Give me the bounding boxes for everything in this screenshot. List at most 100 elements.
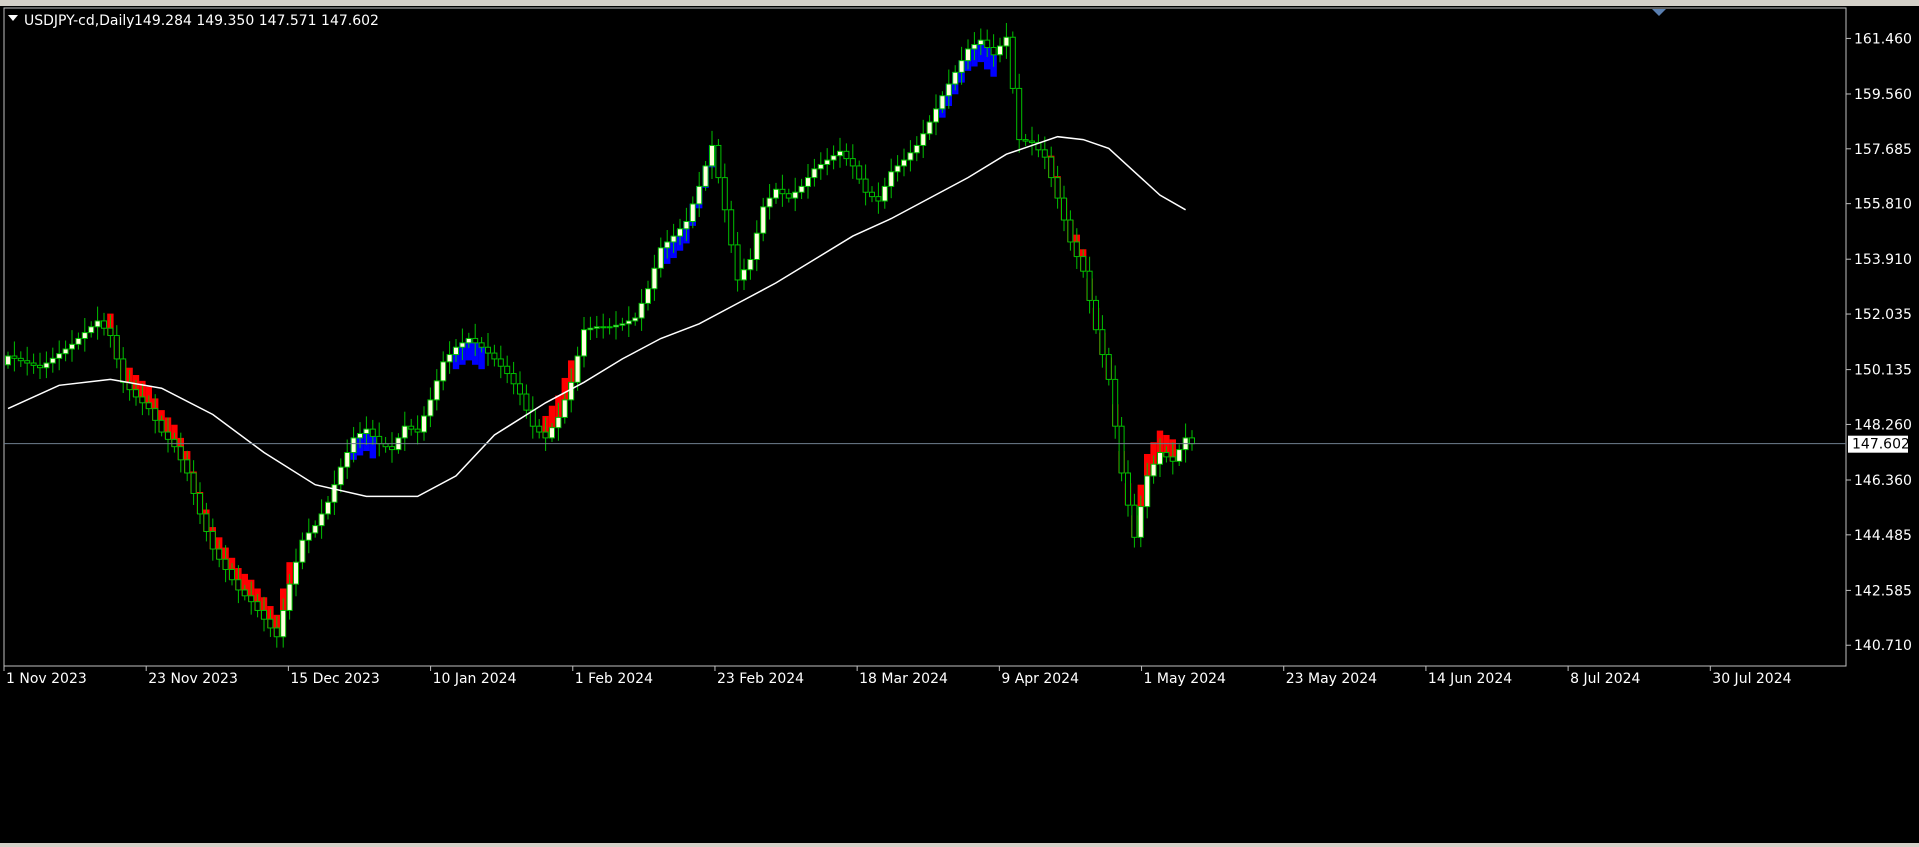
bull-candle xyxy=(401,425,408,439)
date-tick-label: 23 Feb 2024 xyxy=(717,671,804,687)
bull-candle xyxy=(312,525,319,534)
bear-candle xyxy=(152,408,159,421)
bull-candle xyxy=(913,144,920,154)
bull-candle xyxy=(325,501,331,515)
bear-candle xyxy=(491,352,498,360)
bull-candle xyxy=(88,326,95,334)
bull-candle xyxy=(619,323,626,326)
bear-candle xyxy=(1099,329,1106,356)
bear-candle xyxy=(165,431,171,440)
bull-candle xyxy=(766,197,773,208)
bull-candle xyxy=(43,362,50,369)
bear-candle xyxy=(721,177,728,211)
bull-candle xyxy=(824,159,831,165)
bear-candle xyxy=(1073,241,1080,258)
bull-candle xyxy=(830,155,837,161)
bear-candle xyxy=(197,492,203,515)
bear-candle xyxy=(849,158,856,167)
date-tick-label: 9 Apr 2024 xyxy=(1001,671,1079,687)
date-axis[interactable]: 1 Nov 2023 23 Nov 2023 15 Dec 2023 10 Jan 2… xyxy=(3,666,1792,687)
bear-candle xyxy=(1163,452,1170,458)
bull-candle xyxy=(677,228,683,237)
bear-candle xyxy=(875,196,882,202)
bear-candle xyxy=(1093,299,1099,331)
bull-candle xyxy=(549,427,555,439)
bear-candle xyxy=(536,425,543,433)
chart-ohlc-values: 149.284 149.350 147.571 147.602 xyxy=(134,13,379,29)
bear-candle xyxy=(1086,270,1093,301)
bull-candle xyxy=(465,337,472,344)
price-tick-label: 159.560 xyxy=(1854,87,1912,103)
bull-candle xyxy=(683,220,690,230)
bear-candle xyxy=(1022,139,1029,142)
bear-candle xyxy=(11,355,18,359)
price-axis[interactable]: 161.460 159.560 157.685 155.810 153.910 152.0… xyxy=(1846,31,1912,654)
bear-candle xyxy=(856,165,863,180)
bear-candle xyxy=(1061,197,1067,221)
bear-candle xyxy=(1080,256,1087,272)
bull-candle xyxy=(1144,475,1151,508)
chart-window[interactable]: 147.602 161.460 159.560 157.685 155.810 153.… xyxy=(0,6,1919,843)
bull-candle xyxy=(331,484,338,503)
bull-candle xyxy=(645,288,651,304)
bear-candle xyxy=(728,209,735,246)
plot-area-frame xyxy=(3,7,1847,667)
bull-candle xyxy=(600,326,607,329)
bear-candle xyxy=(869,191,875,198)
bull-candle xyxy=(837,150,843,157)
bear-candle xyxy=(523,393,530,411)
bull-candle xyxy=(920,133,927,146)
bear-candle xyxy=(1125,472,1131,506)
bull-candle xyxy=(901,159,907,167)
bear-candle xyxy=(843,150,850,160)
date-tick-label: 1 May 2024 xyxy=(1144,671,1226,687)
bear-candle xyxy=(107,327,114,337)
bull-candle xyxy=(459,342,466,348)
bull-candle xyxy=(561,399,568,418)
price-tick-label: 150.135 xyxy=(1854,363,1912,379)
bull-candle xyxy=(1150,463,1157,477)
price-tick-label: 144.485 xyxy=(1854,528,1912,544)
price-tick-label: 161.460 xyxy=(1854,31,1912,47)
bull-candle xyxy=(670,235,677,243)
bull-candle xyxy=(907,152,914,161)
bear-candle xyxy=(30,362,37,366)
bull-candle xyxy=(49,357,56,364)
bear-candle xyxy=(184,459,191,474)
bear-candle xyxy=(408,425,415,430)
date-tick-label: 14 Jun 2024 xyxy=(1428,671,1512,687)
chart-symbol-timeframe: USDJPY-cd,Daily xyxy=(24,13,135,29)
bull-candle xyxy=(56,353,63,359)
bull-candle xyxy=(888,171,895,187)
bear-candle xyxy=(145,402,152,410)
bear-candle xyxy=(120,358,127,383)
chart-menu-triangle-icon[interactable] xyxy=(8,15,18,21)
bear-candle xyxy=(485,346,491,354)
bull-candle xyxy=(305,532,312,541)
bull-candle xyxy=(94,320,101,328)
chart-shift-marker-icon[interactable] xyxy=(1652,9,1666,16)
bull-candle xyxy=(568,381,575,401)
bear-candle xyxy=(715,144,722,179)
bull-candle xyxy=(965,48,971,62)
bear-candle xyxy=(376,435,383,445)
bull-candle xyxy=(817,163,824,170)
bear-candle xyxy=(273,627,280,638)
bull-candle xyxy=(625,320,632,325)
bull-candle xyxy=(1176,449,1183,462)
bull-candle xyxy=(702,165,709,187)
candlestick-chart[interactable]: 147.602 161.460 159.560 157.685 155.810 153.… xyxy=(0,6,1919,843)
bear-candle xyxy=(1054,177,1061,199)
bear-candle xyxy=(1041,149,1048,158)
bull-candle xyxy=(446,354,453,363)
bull-candle xyxy=(753,232,760,261)
bull-candle xyxy=(760,206,767,234)
bull-candle xyxy=(555,416,562,429)
bear-candle xyxy=(37,364,43,369)
price-tick-label: 146.360 xyxy=(1854,473,1912,489)
bull-candle xyxy=(1137,506,1144,538)
bull-candle xyxy=(773,188,779,199)
bear-candle xyxy=(1048,156,1055,179)
bear-candle xyxy=(248,595,255,603)
price-tick-label: 148.260 xyxy=(1854,417,1912,433)
